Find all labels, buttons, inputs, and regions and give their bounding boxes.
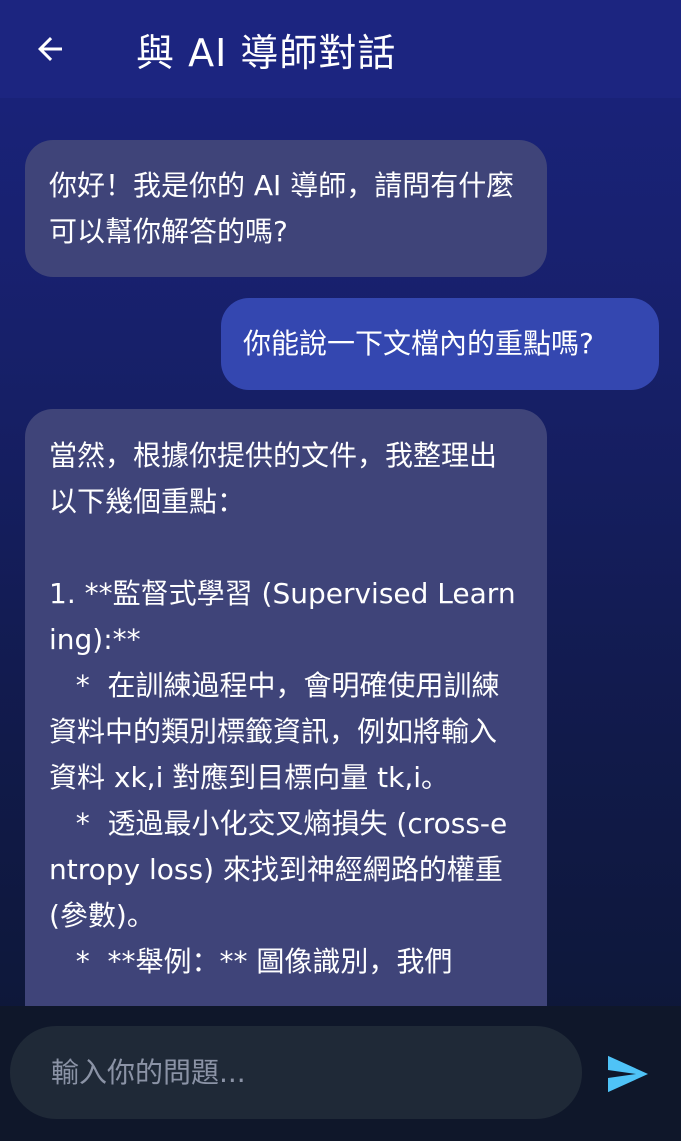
page-title: 與 AI 導師對話 bbox=[136, 30, 397, 75]
ai-message-bubble: 你好！我是你的 AI 導師，請問有什麼可以幫你解答的嗎? bbox=[25, 140, 547, 277]
send-button[interactable] bbox=[600, 1050, 656, 1098]
question-input[interactable] bbox=[49, 1055, 553, 1090]
app-bar: 與 AI 導師對話 bbox=[0, 0, 681, 98]
back-button[interactable] bbox=[28, 27, 72, 71]
arrow-left-icon bbox=[38, 37, 62, 61]
ai-message-bubble: 當然，根據你提供的文件，我整理出以下幾個重點： 1. **監督式學習 (Supe… bbox=[25, 409, 547, 1006]
send-icon bbox=[608, 1055, 648, 1093]
chat-messages[interactable]: 你好！我是你的 AI 導師，請問有什麼可以幫你解答的嗎? 你能說一下文檔內的重點… bbox=[0, 98, 681, 1006]
composer-bar bbox=[0, 1006, 681, 1141]
user-message-bubble: 你能說一下文檔內的重點嗎? bbox=[221, 298, 659, 390]
question-input-container[interactable] bbox=[10, 1026, 582, 1119]
